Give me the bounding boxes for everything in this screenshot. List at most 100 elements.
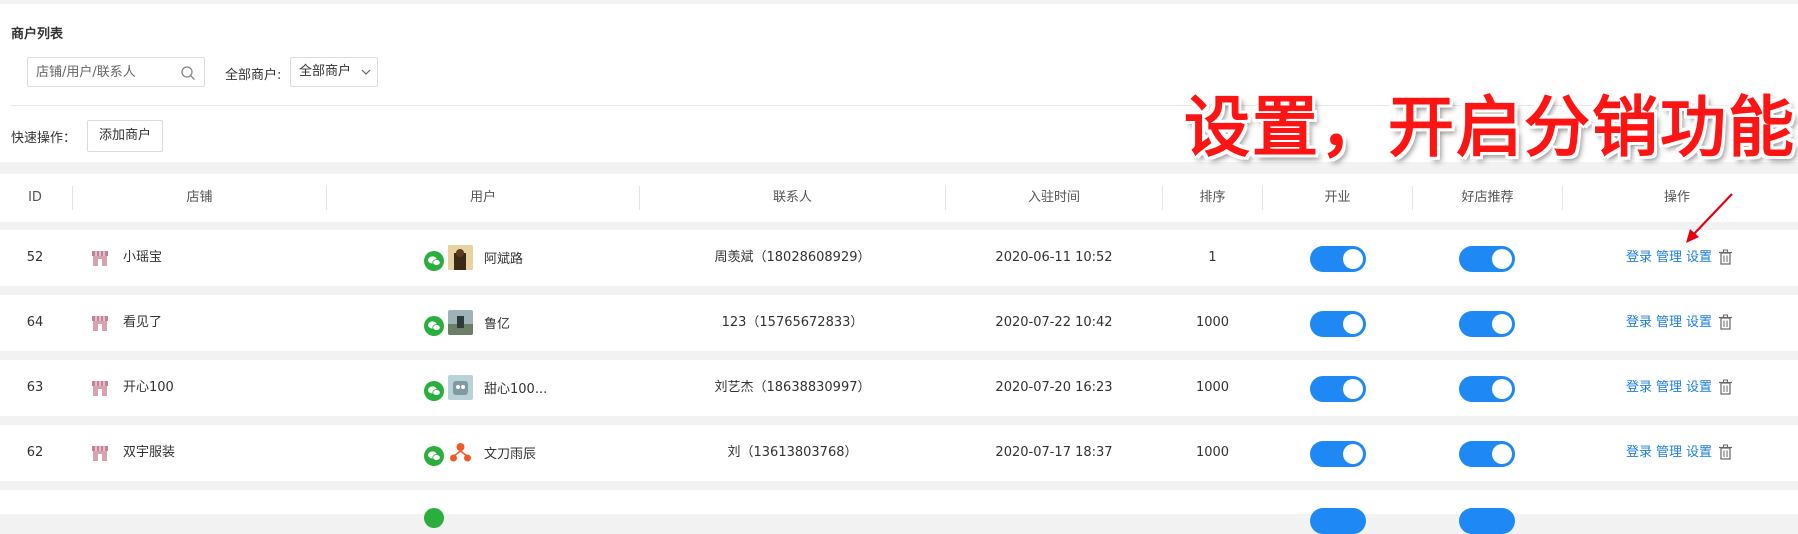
shop-icon [92, 251, 108, 266]
recommend-toggle[interactable] [1459, 311, 1515, 337]
trash-icon[interactable] [1718, 249, 1733, 265]
sort-value: 1 [1208, 250, 1217, 265]
header-contact: 联系人 [772, 190, 812, 205]
wechat-icon [424, 251, 444, 271]
toggle-knob [1492, 314, 1512, 334]
quick-actions-label: 快速操作： [11, 131, 77, 146]
row-actions: 登录 管理 设置 [1626, 360, 1733, 416]
header-id: ID [28, 190, 42, 205]
shop-name: 双宇服装 [123, 445, 176, 460]
contact: 123（15765672833） [721, 315, 864, 330]
row-id: 64 [26, 315, 44, 330]
wechat-icon [424, 381, 444, 401]
sort-value: 1000 [1195, 380, 1230, 395]
toggle-knob [1492, 444, 1512, 464]
row-id: 63 [26, 380, 44, 395]
shop-name: 小瑶宝 [123, 250, 163, 265]
recommend-toggle[interactable] [1459, 441, 1515, 467]
table-row-partial [0, 490, 1798, 534]
avatar [448, 245, 473, 270]
toggle-knob [1343, 249, 1363, 269]
open-toggle[interactable] [1310, 441, 1366, 467]
manage-link[interactable]: 管理 [1656, 315, 1682, 330]
header-open: 开业 [1324, 190, 1351, 205]
annotation-callout: 设置，开启分销功能 [1184, 89, 1796, 166]
login-link[interactable]: 登录 [1626, 380, 1652, 395]
page-title: 商户列表 [11, 27, 64, 42]
avatar [448, 375, 473, 400]
toggle-knob [1343, 314, 1363, 334]
toggle-knob [1492, 249, 1512, 269]
open-toggle[interactable] [1310, 508, 1366, 534]
shop-icon [92, 316, 108, 331]
open-toggle[interactable] [1310, 311, 1366, 337]
sort-value: 1000 [1195, 445, 1230, 460]
toggle-knob [1343, 444, 1363, 464]
join-time: 2020-07-17 18:37 [995, 445, 1113, 460]
settings-link[interactable]: 设置 [1686, 445, 1712, 460]
trash-icon[interactable] [1718, 379, 1733, 395]
settings-link[interactable]: 设置 [1686, 250, 1712, 265]
login-link[interactable]: 登录 [1626, 445, 1652, 460]
add-merchant-button[interactable]: 添加商户 [87, 120, 163, 152]
settings-link[interactable]: 设置 [1686, 380, 1712, 395]
contact: 刘（13613803768） [727, 445, 858, 460]
wechat-icon [424, 316, 444, 336]
row-id: 62 [26, 445, 44, 460]
login-link[interactable]: 登录 [1626, 315, 1652, 330]
header-user: 用户 [469, 190, 496, 205]
table-row: 64 看见了 鲁亿 123（15765672833） 2020-07-22 10… [0, 295, 1798, 351]
row-actions: 登录 管理 设置 [1626, 425, 1733, 481]
open-toggle[interactable] [1310, 246, 1366, 272]
shop-icon [92, 381, 108, 396]
table-row: 62 双宇服装 文刀雨辰 刘（13613803768） 2020-07-17 1… [0, 425, 1798, 481]
open-toggle[interactable] [1310, 376, 1366, 402]
avatar [448, 310, 473, 335]
search-icon[interactable] [180, 65, 196, 81]
shop-name: 看见了 [123, 315, 163, 330]
trash-icon[interactable] [1718, 314, 1733, 330]
avatar [448, 440, 473, 465]
manage-link[interactable]: 管理 [1656, 250, 1682, 265]
contact: 周羡斌（18028608929） [714, 250, 871, 265]
login-link[interactable]: 登录 [1626, 250, 1652, 265]
table-header: ID 店铺 用户 联系人 入驻时间 排序 开业 好店推荐 操作 [0, 174, 1798, 222]
table-row: 52 小瑶宝 阿斌路 周羡斌（18028608929） 2020-06-11 1… [0, 230, 1798, 286]
recommend-toggle[interactable] [1459, 508, 1515, 534]
row-id: 52 [26, 250, 44, 265]
header-actions: 操作 [1663, 190, 1690, 205]
filter-select-value: 全部商户 [299, 64, 352, 79]
user-name: 阿斌路 [484, 252, 524, 267]
row-actions: 登录 管理 设置 [1626, 295, 1733, 351]
search-input[interactable] [36, 58, 176, 86]
filter-label: 全部商户: [225, 68, 282, 83]
join-time: 2020-07-20 16:23 [995, 380, 1113, 395]
search-box[interactable] [27, 57, 205, 87]
user-name: 鲁亿 [484, 317, 511, 332]
recommend-toggle[interactable] [1459, 376, 1515, 402]
recommend-toggle[interactable] [1459, 246, 1515, 272]
wechat-icon [424, 446, 444, 466]
user-name: 文刀雨辰 [484, 447, 537, 462]
wechat-icon [424, 508, 444, 528]
table-row: 63 开心100 甜心100... 刘艺杰（18638830997） 2020-… [0, 360, 1798, 416]
chevron-down-icon [361, 69, 371, 75]
shop-icon [92, 446, 108, 461]
toggle-knob [1343, 379, 1363, 399]
merchant-filter-select[interactable]: 全部商户 [290, 57, 378, 87]
header-shop: 店铺 [186, 190, 213, 205]
trash-icon[interactable] [1718, 444, 1733, 460]
manage-link[interactable]: 管理 [1656, 380, 1682, 395]
manage-link[interactable]: 管理 [1656, 445, 1682, 460]
header-recommend: 好店推荐 [1461, 190, 1514, 205]
sort-value: 1000 [1195, 315, 1230, 330]
shop-name: 开心100 [123, 380, 174, 395]
contact: 刘艺杰（18638830997） [714, 380, 871, 395]
user-name: 甜心100... [484, 382, 548, 397]
header-sort: 排序 [1199, 190, 1226, 205]
settings-link[interactable]: 设置 [1686, 315, 1712, 330]
join-time: 2020-06-11 10:52 [995, 250, 1113, 265]
header-join-time: 入驻时间 [1027, 190, 1080, 205]
toggle-knob [1492, 379, 1512, 399]
arrow-icon [1686, 193, 1733, 243]
